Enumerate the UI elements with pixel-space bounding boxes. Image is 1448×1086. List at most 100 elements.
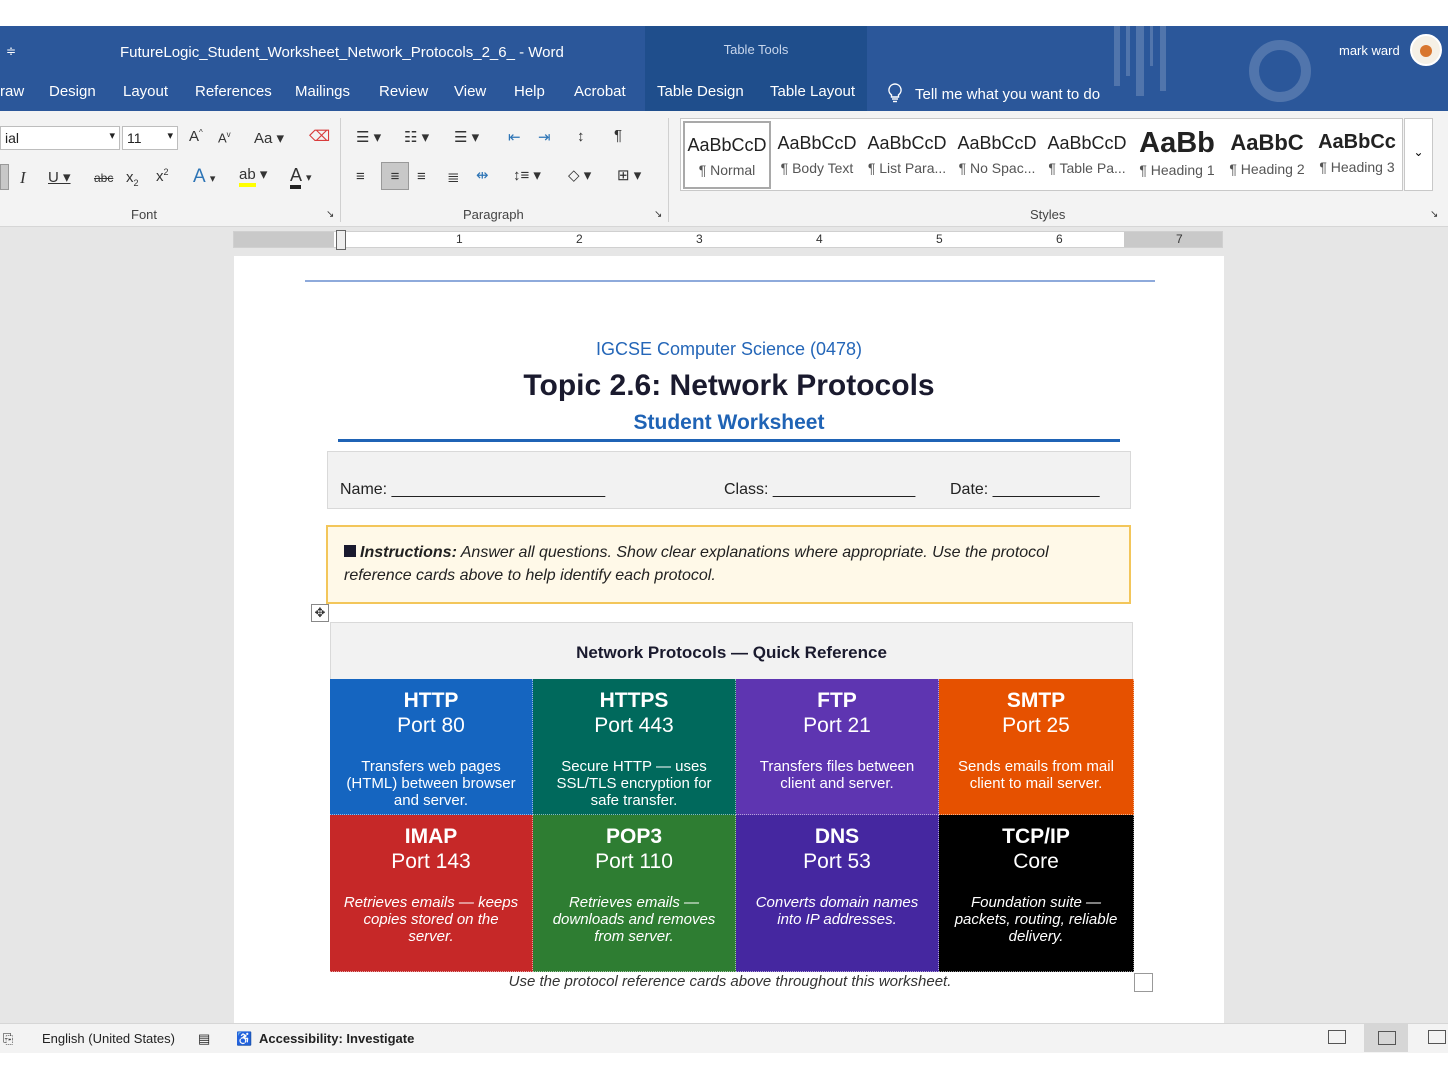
style-heading-2[interactable]: AaBbC ¶ Heading 2 [1223, 121, 1311, 189]
class-field[interactable]: Class: ________________ [724, 481, 915, 499]
horizontal-ruler[interactable] [233, 230, 1223, 250]
group-separator [668, 118, 669, 222]
style-sample: AaBbCcD [1047, 133, 1127, 153]
protocol-port: Port 25 [1002, 714, 1070, 737]
align-center-icon[interactable]: ≡ [381, 162, 409, 190]
page-title: Topic 2.6: Network Protocols [523, 369, 935, 402]
taskbar-area [0, 1053, 1448, 1086]
ruler-number: 3 [696, 232, 703, 246]
highlight-color-icon[interactable]: ab ▾ [239, 165, 267, 187]
borders-icon[interactable]: ⊞ ▾ [617, 166, 641, 184]
tab-help[interactable]: Help [514, 83, 545, 100]
window-title: FutureLogic_Student_Worksheet_Network_Pr… [120, 44, 564, 61]
superscript-icon[interactable]: x2 [156, 167, 169, 185]
group-separator [340, 118, 341, 222]
dialog-launcher-icon[interactable]: ↘ [654, 209, 662, 220]
change-case-icon[interactable]: Aa ▾ [254, 129, 284, 147]
tell-me-search[interactable]: Tell me what you want to do [887, 83, 1100, 103]
chevron-down-icon: ⌄ [1413, 145, 1424, 159]
style-no-spacing[interactable]: AaBbCcD ¶ No Spac... [953, 121, 1041, 189]
sort-icon[interactable]: ↕ [577, 128, 585, 145]
font-color-icon[interactable]: A ▾ [290, 165, 312, 189]
page-info-icon[interactable]: ⎘ [3, 1031, 13, 1047]
styles-more-button[interactable]: ⌄ [1404, 118, 1433, 191]
macro-icon[interactable]: ▤ [198, 1031, 210, 1047]
web-layout-icon[interactable] [1428, 1030, 1446, 1044]
decrease-indent-icon[interactable]: ⇤ [508, 128, 521, 146]
style-name: ¶ No Spac... [958, 160, 1036, 176]
tab-review[interactable]: Review [379, 83, 428, 100]
protocol-description: Converts domain names into IP addresses. [755, 894, 919, 928]
protocol-description: Transfers files between client and serve… [759, 758, 915, 792]
style-normal[interactable]: AaBbCcD ¶ Normal [683, 121, 771, 189]
style-heading-1[interactable]: AaBb ¶ Heading 1 [1133, 121, 1221, 189]
quick-access-toolbar-icon[interactable]: ≑ [6, 44, 16, 58]
tab-table-layout[interactable]: Table Layout [770, 83, 855, 100]
font-size-combo[interactable]: 11 ▾ [122, 126, 178, 150]
table-caption: Use the protocol reference cards above t… [508, 973, 952, 990]
protocol-name: FTP [817, 689, 857, 712]
protocol-description: Transfers web pages (HTML) between brows… [346, 758, 516, 809]
tab-draw[interactable]: raw [0, 83, 24, 100]
distributed-icon[interactable]: ⇹ [476, 166, 489, 184]
style-name: ¶ Table Pa... [1048, 160, 1126, 176]
protocol-description: Retrieves emails — keeps copies stored o… [343, 894, 519, 945]
dialog-launcher-icon[interactable]: ↘ [326, 209, 334, 220]
ruler-indent-marker[interactable] [336, 230, 346, 250]
show-formatting-icon[interactable]: ¶ [614, 127, 622, 144]
style-body-text[interactable]: AaBbCcD ¶ Body Text [773, 121, 861, 189]
status-bar: ⎘ English (United States) ▤ ♿ Accessibil… [0, 1023, 1448, 1053]
tab-references[interactable]: References [195, 83, 272, 100]
user-name[interactable]: mark ward [1339, 43, 1400, 58]
table-resize-handle[interactable] [1134, 973, 1153, 992]
accessibility-icon[interactable]: ♿ [236, 1031, 252, 1047]
multilevel-list-icon[interactable]: ☰ ▾ [454, 128, 479, 146]
tab-layout[interactable]: Layout [123, 83, 168, 100]
style-name: ¶ Heading 1 [1139, 162, 1215, 178]
align-right-icon[interactable]: ≡ [417, 168, 426, 185]
accessibility-status[interactable]: Accessibility: Investigate [259, 1031, 414, 1046]
grow-font-icon[interactable]: A^ [189, 128, 203, 145]
style-heading-3[interactable]: AaBbCc ¶ Heading 3 [1313, 121, 1401, 189]
numbering-icon[interactable]: ☷ ▾ [404, 128, 429, 146]
align-left-icon[interactable]: ≡ [356, 168, 365, 185]
increase-indent-icon[interactable]: ⇥ [538, 128, 551, 146]
tab-design[interactable]: Design [49, 83, 96, 100]
dialog-launcher-icon[interactable]: ↘ [1430, 209, 1438, 220]
underline-icon[interactable]: U ▾ [48, 168, 71, 186]
protocol-port: Port 21 [803, 714, 871, 737]
shading-icon[interactable]: ◇ ▾ [568, 166, 591, 184]
print-layout-glyph-icon [1378, 1031, 1396, 1045]
student-details-box[interactable]: Name: ________________________ Class: __… [327, 451, 1131, 509]
style-sample: AaBbC [1230, 130, 1304, 155]
name-field[interactable]: Name: ________________________ [340, 481, 605, 499]
bold-button[interactable] [0, 164, 9, 190]
shrink-font-icon[interactable]: Av [218, 130, 231, 145]
subscript-icon[interactable]: x2 [126, 169, 139, 188]
table-tools-label: Table Tools [723, 42, 789, 57]
bullets-icon[interactable]: ☰ ▾ [356, 128, 381, 146]
clear-formatting-icon[interactable]: ⌫ [309, 127, 330, 145]
tab-acrobat[interactable]: Acrobat [574, 83, 626, 100]
read-mode-icon[interactable] [1328, 1030, 1346, 1044]
table-move-handle-icon[interactable]: ✥ [311, 604, 329, 622]
user-avatar[interactable] [1410, 34, 1442, 66]
protocol-description: Secure HTTP — uses SSL/TLS encryption fo… [556, 758, 712, 809]
tab-table-design[interactable]: Table Design [657, 83, 744, 100]
protocol-cards-table[interactable]: HTTP Port 80 Transfers web pages (HTML) be… [330, 679, 1134, 972]
tab-mailings[interactable]: Mailings [295, 83, 350, 100]
strikethrough-icon[interactable]: abc [94, 171, 113, 185]
style-list-paragraph[interactable]: AaBbCcD ¶ List Para... [863, 121, 951, 189]
italic-icon[interactable]: I [20, 168, 26, 188]
language-status[interactable]: English (United States) [42, 1031, 175, 1046]
justify-icon[interactable]: ≣ [447, 168, 460, 186]
group-label-paragraph: Paragraph [463, 207, 524, 222]
text-effects-icon[interactable]: A ▾ [193, 166, 215, 188]
style-sample: AaBbCcD [957, 133, 1037, 153]
style-sample: AaBbCcD [777, 133, 857, 153]
tab-view[interactable]: View [454, 83, 486, 100]
date-field[interactable]: Date: ____________ [950, 481, 1099, 499]
style-table-paragraph[interactable]: AaBbCcD ¶ Table Pa... [1043, 121, 1131, 189]
font-name-combo[interactable]: ial ▾ [0, 126, 120, 150]
line-spacing-icon[interactable]: ↕≡ ▾ [513, 166, 541, 184]
